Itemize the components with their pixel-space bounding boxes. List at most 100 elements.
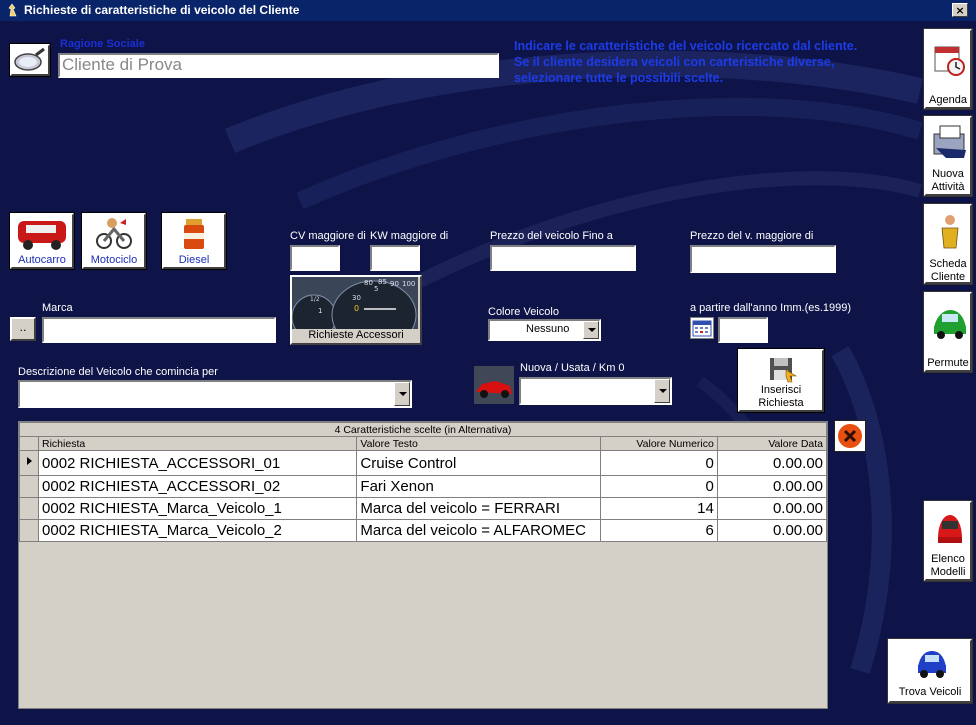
cell-valore-testo[interactable]: Marca del veicolo = ALFAROMEC: [356, 519, 601, 542]
cell-richiesta[interactable]: 0002 RICHIESTA_ACCESSORI_01: [38, 450, 358, 476]
kw-input[interactable]: [370, 245, 420, 271]
diesel-label: Diesel: [178, 254, 210, 266]
row-indicator[interactable]: [18, 450, 40, 476]
cell-valore-data[interactable]: 0.00.00: [716, 497, 828, 520]
person-icon: [941, 215, 959, 249]
nuova-label-1: Nuova: [932, 168, 964, 180]
cv-label: CV maggiore di: [290, 230, 366, 242]
prezzo-maggiore-label: Prezzo del v. maggiore di: [690, 230, 814, 242]
colore-dropdown-arrow[interactable]: [583, 321, 599, 339]
instructions-text: Indicare le caratteristiche del veicolo …: [514, 39, 858, 85]
table-row[interactable]: 0002 RICHIESTA_ACCESSORI_01 Cruise Contr…: [18, 450, 828, 476]
cell-valore-testo[interactable]: Cruise Control: [356, 450, 601, 476]
caratteristiche-grid[interactable]: 4 Caratteristiche scelte (in Alternativa…: [18, 421, 828, 709]
delete-icon: [838, 424, 862, 448]
marca-input[interactable]: [42, 317, 276, 343]
col-header-valore-data[interactable]: Valore Data: [716, 436, 828, 451]
truck-icon: [18, 221, 66, 250]
colore-select[interactable]: Nessuno: [488, 319, 601, 341]
colore-value: Nessuno: [526, 323, 570, 335]
kw-label: KW maggiore di: [370, 230, 449, 242]
diesel-can-icon: [184, 219, 204, 249]
cell-valore-testo[interactable]: Marca del veicolo = FERRARI: [356, 497, 601, 520]
trova-veicoli-button[interactable]: Trova Veicoli: [887, 638, 973, 704]
trova-veicoli-label: Trova Veicoli: [898, 686, 962, 698]
cell-richiesta[interactable]: 0002 RICHIESTA_Marca_Veicolo_1: [38, 497, 358, 520]
calendar-button[interactable]: [690, 317, 714, 339]
red-car-icon: [938, 515, 962, 543]
anno-label: a partire dall'anno Imm.(es.1999): [690, 302, 852, 314]
row-indicator[interactable]: [18, 475, 40, 498]
anno-input[interactable]: [718, 317, 768, 343]
client-area: Ragione Sociale Cliente di Prova Indicar…: [0, 21, 976, 725]
inserisci-label-1: Inserisci: [760, 384, 802, 396]
cell-valore-numerico[interactable]: 6: [599, 519, 718, 542]
cv-input[interactable]: [290, 245, 340, 271]
table-row[interactable]: 0002 RICHIESTA_ACCESSORI_02 Fari Xenon 0…: [18, 475, 828, 498]
elenco-label-1: Elenco: [931, 553, 965, 565]
delete-row-button[interactable]: [834, 420, 866, 452]
marca-label: Marca: [42, 302, 73, 314]
cell-valore-testo[interactable]: Fari Xenon: [356, 475, 601, 498]
cell-richiesta[interactable]: 0002 RICHIESTA_ACCESSORI_02: [38, 475, 358, 498]
nuova-label-2: Attività: [931, 181, 965, 193]
cell-valore-numerico[interactable]: 0: [599, 475, 718, 498]
cell-valore-data[interactable]: 0.00.00: [716, 450, 828, 476]
nuova-attivita-button[interactable]: Nuova Attività: [923, 115, 973, 197]
marca-browse-button[interactable]: ..: [10, 317, 36, 341]
permute-button[interactable]: Permute: [923, 291, 973, 373]
title-bar: Richieste di caratteristiche di veicolo …: [0, 0, 976, 21]
cell-valore-numerico[interactable]: 14: [599, 497, 718, 520]
autocarro-button[interactable]: Autocarro: [9, 212, 75, 270]
cell-valore-data[interactable]: 0.00.00: [716, 519, 828, 542]
prezzo-maggiore-input[interactable]: [690, 245, 836, 273]
col-header-valore-numerico[interactable]: Valore Numerico: [599, 436, 718, 451]
gauge-tick-90: 90: [390, 280, 399, 288]
app-icon: [8, 3, 17, 17]
window-title: Richieste di caratteristiche di veicolo …: [24, 3, 300, 17]
colore-label: Colore Veicolo: [488, 306, 559, 318]
gauge-tick-5: 5: [374, 285, 378, 293]
green-car-icon: [934, 310, 966, 339]
calendar-icon: [692, 320, 712, 337]
insert-disk-icon: [770, 358, 798, 383]
grid-caption: 4 Caratteristiche scelte (in Alternativa…: [19, 422, 827, 437]
search-client-button[interactable]: [9, 43, 51, 77]
table-row[interactable]: 0002 RICHIESTA_Marca_Veicolo_1 Marca del…: [18, 497, 828, 520]
ferrari-image: [474, 366, 514, 404]
elenco-label-2: Modelli: [930, 566, 966, 578]
prezzo-fino-input[interactable]: [490, 245, 636, 271]
cell-richiesta[interactable]: 0002 RICHIESTA_Marca_Veicolo_2: [38, 519, 358, 542]
row-indicator[interactable]: [18, 497, 40, 520]
nuova-usata-dropdown-arrow[interactable]: [654, 379, 670, 403]
caratteristiche-table: 4 Caratteristiche scelte (in Alternativa…: [18, 422, 828, 542]
col-header-valore-testo[interactable]: Valore Testo: [356, 436, 601, 451]
scheda-label-2: Cliente: [930, 271, 966, 283]
cell-valore-numerico[interactable]: 0: [599, 450, 718, 476]
elenco-modelli-button[interactable]: Elenco Modelli: [923, 500, 973, 582]
close-button[interactable]: ×: [952, 3, 968, 17]
magnifier-icon: [14, 47, 45, 71]
scheda-label-1: Scheda: [929, 258, 967, 270]
speedometer-icon: 80 85 90 100 30 0 1 1/2 5: [291, 277, 418, 350]
descrizione-select[interactable]: [18, 380, 412, 408]
motociclo-label: Motociclo: [90, 254, 138, 266]
fuel-tick-half: 1/2: [310, 296, 320, 303]
permute-label: Permute: [927, 357, 969, 369]
inserisci-richiesta-button[interactable]: Inserisci Richiesta: [737, 348, 825, 413]
motociclo-button[interactable]: Motociclo: [81, 212, 147, 270]
nuova-usata-select[interactable]: [519, 377, 672, 405]
descrizione-dropdown-arrow[interactable]: [394, 382, 410, 406]
ragione-sociale-field[interactable]: Cliente di Prova: [58, 53, 499, 78]
row-indicator[interactable]: [18, 519, 40, 542]
scheda-cliente-button[interactable]: Scheda Cliente: [923, 203, 973, 285]
diesel-button[interactable]: Diesel: [161, 212, 227, 270]
agenda-button[interactable]: Agenda: [923, 28, 973, 110]
grid-corner: [18, 436, 40, 451]
table-row[interactable]: 0002 RICHIESTA_Marca_Veicolo_2 Marca del…: [18, 519, 828, 542]
motorcycle-icon: [96, 218, 132, 249]
fuel-tick-1: 1: [318, 307, 322, 315]
col-header-richiesta[interactable]: Richiesta: [38, 436, 358, 451]
cell-valore-data[interactable]: 0.00.00: [716, 475, 828, 498]
richieste-accessori-button[interactable]: 80 85 90 100 30 0 1 1/2 5 Richieste Acce…: [290, 275, 422, 350]
